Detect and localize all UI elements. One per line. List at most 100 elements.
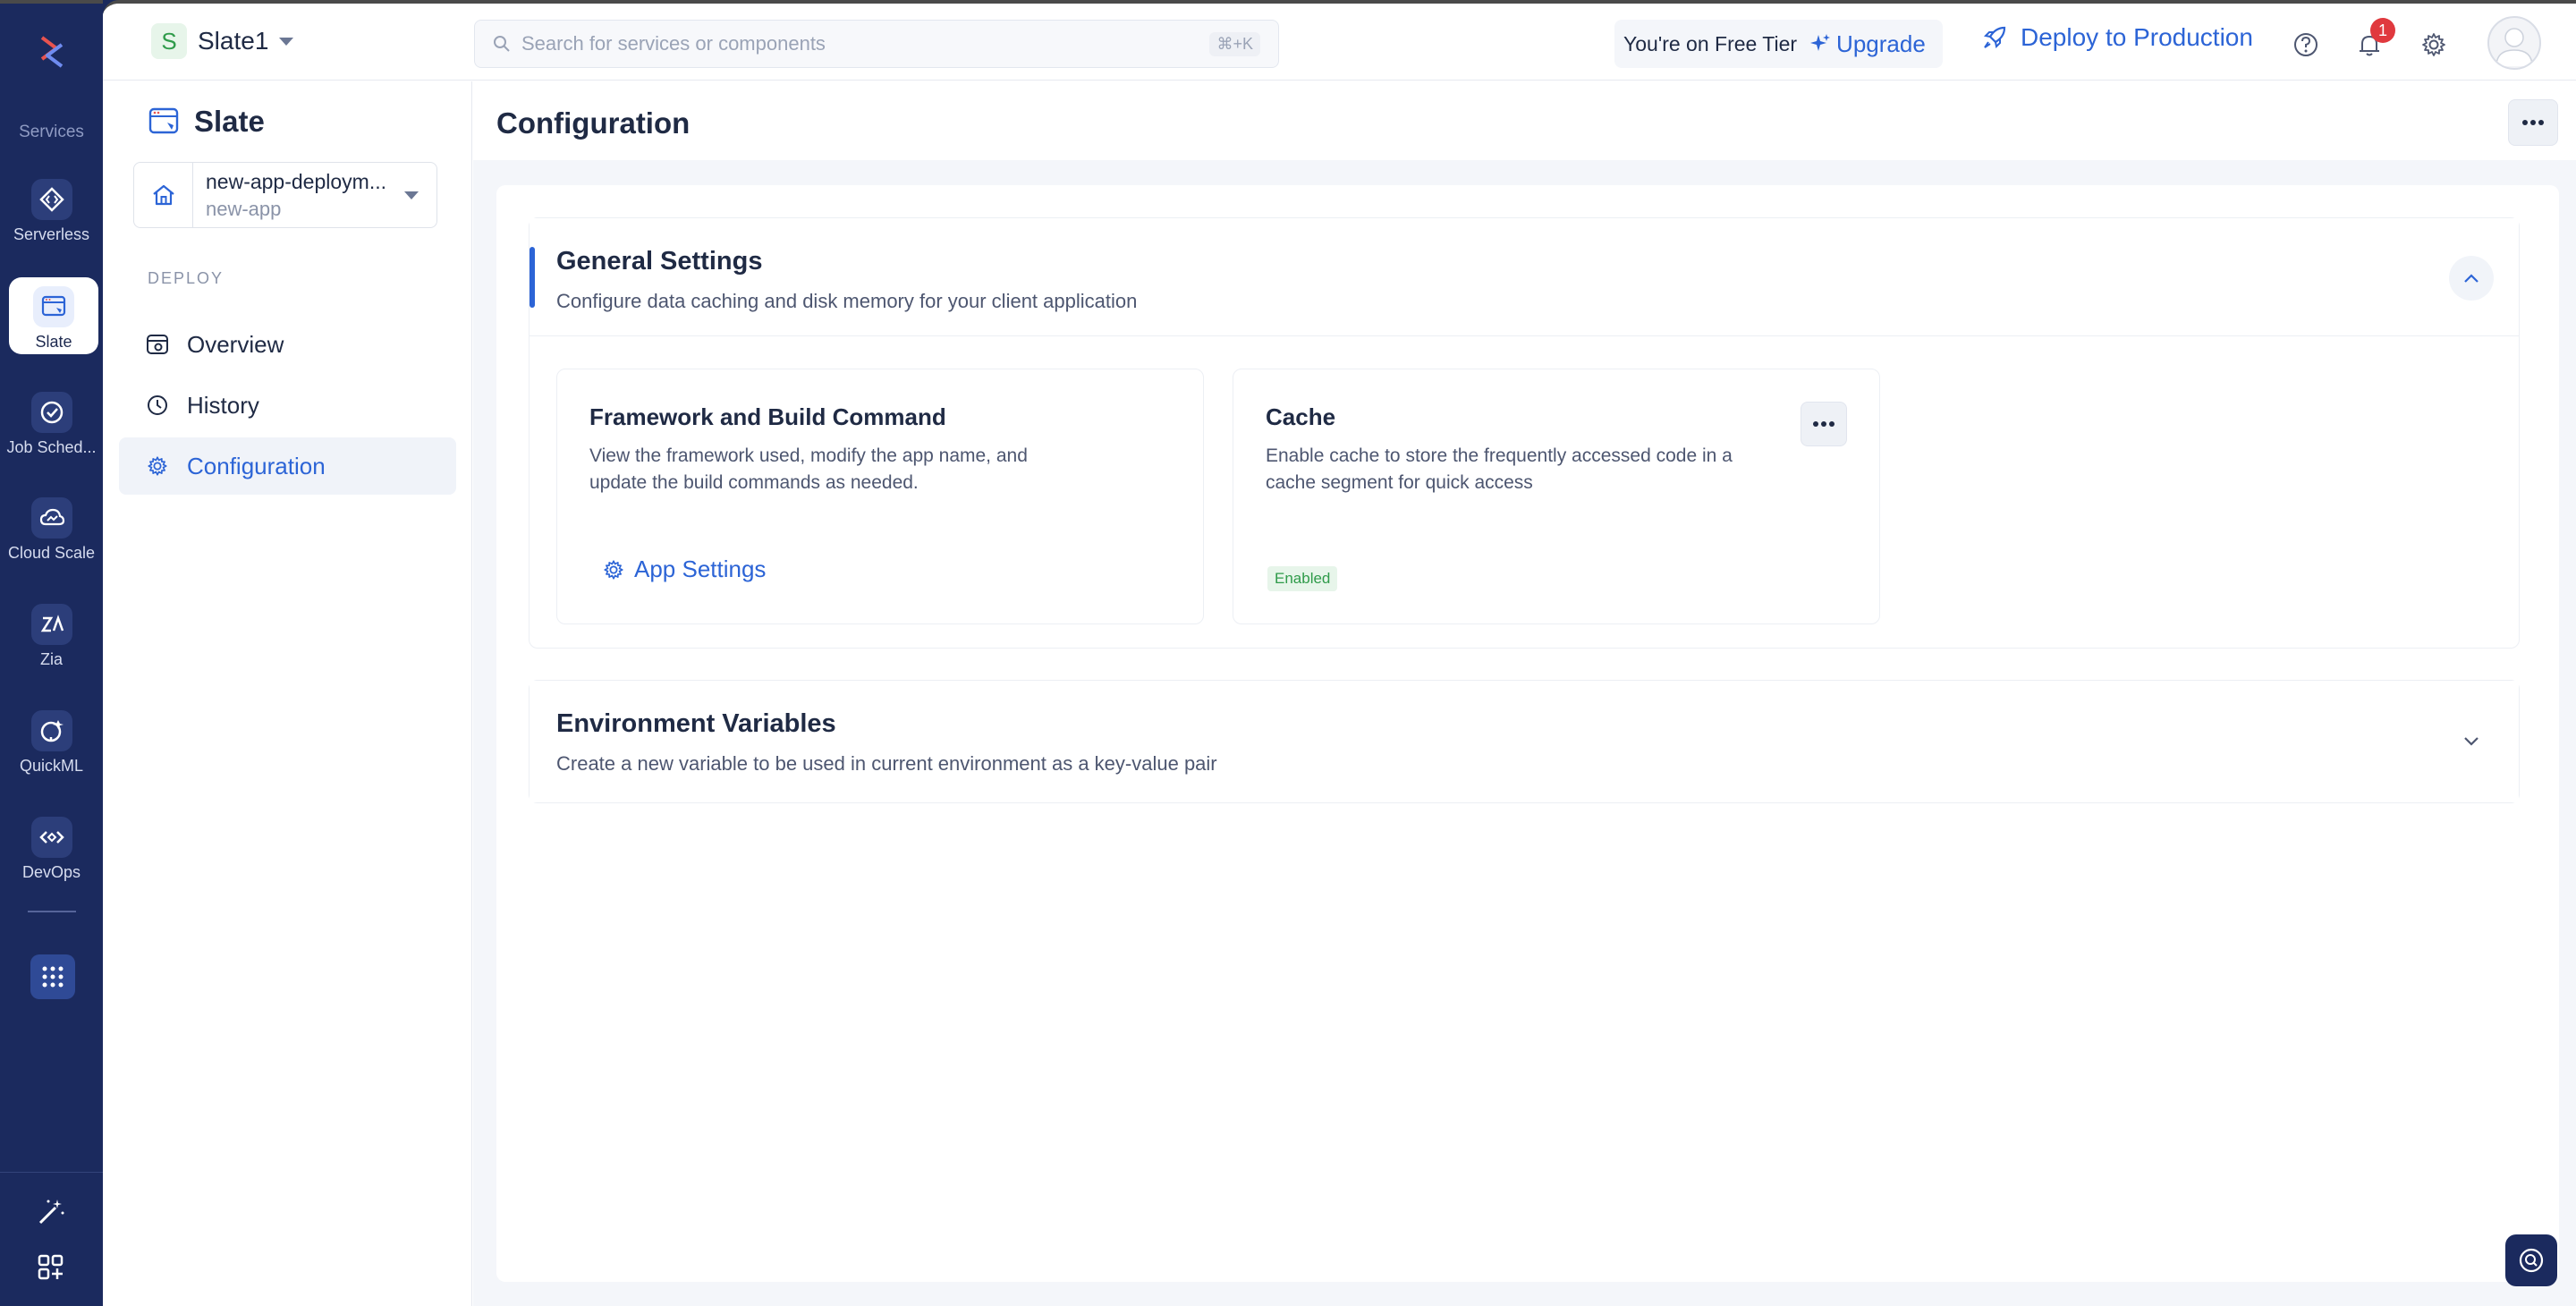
clock-icon <box>148 395 167 415</box>
search-input[interactable]: Search for services or components ⌘+K <box>474 20 1279 68</box>
section-title: Environment Variables <box>556 709 836 738</box>
search-shortcut: ⌘+K <box>1209 31 1260 56</box>
support-chat-button[interactable] <box>2505 1234 2557 1286</box>
chat-search-icon <box>2519 1248 2544 1273</box>
project-name: Slate1 <box>198 27 269 55</box>
nav-section-label: DEPLOY <box>148 269 225 287</box>
slate-browser-icon <box>33 286 74 327</box>
job-scheduler-icon <box>30 392 72 433</box>
cache-more-button[interactable] <box>1801 402 1847 446</box>
deploy-to-production-button[interactable]: Deploy to Production <box>1981 23 2253 52</box>
rocket-icon <box>1983 26 2006 49</box>
rail-item-zia[interactable]: Zia <box>0 591 103 690</box>
configuration-panel: General Settings Configure data caching … <box>496 185 2559 1282</box>
nav-item-label: History <box>187 391 259 419</box>
project-switcher[interactable]: S Slate1 <box>151 23 294 59</box>
section-accent-bar <box>530 247 535 308</box>
collapse-toggle[interactable] <box>2449 256 2494 301</box>
service-title-text: Slate <box>194 105 265 138</box>
rail-item-label: Serverless <box>13 225 90 243</box>
status-badge: Enabled <box>1267 566 1338 591</box>
rail-divider <box>28 911 76 912</box>
tier-banner: You're on Free Tier Upgrade <box>1614 20 1943 68</box>
add-widget-icon[interactable] <box>38 1254 64 1281</box>
more-horizontal-icon <box>1813 421 1835 427</box>
help-icon[interactable] <box>2292 30 2320 59</box>
nav-item-overview[interactable]: Overview <box>119 316 456 373</box>
overview-icon <box>147 335 168 354</box>
rail-item-label: Cloud Scale <box>7 544 96 562</box>
avatar[interactable] <box>2487 16 2541 70</box>
environment-variables-header[interactable]: Environment Variables Create a new varia… <box>530 681 2519 802</box>
rail-item-serverless[interactable]: Serverless <box>0 166 103 265</box>
chevron-down-icon <box>2464 737 2479 746</box>
gear-icon <box>148 456 167 476</box>
chevron-down-icon <box>404 191 419 199</box>
general-settings-header[interactable]: General Settings Configure data caching … <box>530 218 2519 336</box>
all-apps-button[interactable] <box>30 954 75 999</box>
chevron-down-icon <box>279 37 294 46</box>
card-title: Framework and Build Command <box>589 403 946 430</box>
search-icon <box>494 36 510 52</box>
slate-browser-icon <box>148 107 179 134</box>
rail-item-label: Zia <box>39 650 63 668</box>
card-title: Cache <box>1266 403 1336 430</box>
section-description: Create a new variable to be used in curr… <box>556 752 1217 775</box>
app-settings-link[interactable]: App Settings <box>602 555 766 583</box>
rail-item-quickml[interactable]: QuickML <box>0 698 103 796</box>
home-icon[interactable] <box>134 163 193 227</box>
rail-item-label: Slate <box>35 333 72 351</box>
environment-app: new-app <box>206 197 282 220</box>
main-frame: S Slate1 Search for services or componen… <box>103 0 2576 1306</box>
cache-card: Cache Enable cache to store the frequent… <box>1233 369 1880 624</box>
rail-bottom-divider <box>0 1172 103 1173</box>
rail-item-devops[interactable]: DevOps <box>0 804 103 903</box>
environment-select[interactable]: new-app-deploym... new-app <box>133 162 437 228</box>
tier-text: You're on Free Tier <box>1623 31 1798 55</box>
rail-item-slate[interactable]: Slate <box>9 277 98 354</box>
upgrade-link[interactable]: Upgrade <box>1809 30 1926 58</box>
cloud-scale-icon <box>30 497 72 539</box>
upgrade-label: Upgrade <box>1836 30 1926 57</box>
nav-item-label: Configuration <box>187 452 326 479</box>
nav-item-label: Overview <box>187 330 284 358</box>
more-horizontal-icon <box>2522 120 2544 125</box>
quickml-icon <box>30 710 72 751</box>
nav-item-configuration[interactable]: Configuration <box>119 437 456 495</box>
user-silhouette-icon <box>2496 28 2533 67</box>
rail-item-label: Job Sched... <box>6 438 97 456</box>
content-area: Configuration General Settings Configure… <box>473 81 2576 1306</box>
gear-icon <box>604 559 623 580</box>
magic-wand-icon[interactable] <box>36 1197 66 1227</box>
page-title: Configuration <box>496 106 691 140</box>
service-title: Slate <box>148 105 265 139</box>
environment-variables-section: Environment Variables Create a new varia… <box>529 680 2520 803</box>
environment-name: new-app-deploym... <box>206 169 386 193</box>
nav-item-history[interactable]: History <box>119 377 456 434</box>
rail-item-label: DevOps <box>21 863 81 881</box>
framework-build-card: Framework and Build Command View the fra… <box>556 369 1204 624</box>
expand-toggle[interactable] <box>2449 718 2494 763</box>
general-settings-section: General Settings Configure data caching … <box>529 217 2520 649</box>
rail-heading: Services <box>19 123 84 141</box>
section-title: General Settings <box>556 247 763 276</box>
top-header: S Slate1 Search for services or componen… <box>103 4 2576 81</box>
page-more-button[interactable] <box>2508 99 2558 146</box>
catalyst-logo-icon[interactable] <box>30 29 74 73</box>
rail-item-job-scheduler[interactable]: Job Sched... <box>0 379 103 478</box>
rail-item-cloud-scale[interactable]: Cloud Scale <box>0 485 103 583</box>
service-sidebar: Slate new-app-deploym... new-app DEPLOY <box>103 81 472 1306</box>
sparkle-icon <box>1810 34 1831 51</box>
chevron-up-icon <box>2464 274 2479 283</box>
grid-dots-icon <box>42 966 64 988</box>
app-settings-label: App Settings <box>634 555 767 582</box>
service-rail: Services Serverless Slate Job Sched... C… <box>0 0 103 1306</box>
project-initial-badge: S <box>151 23 187 59</box>
deploy-label: Deploy to Production <box>2021 23 2253 51</box>
gear-icon[interactable] <box>2419 30 2448 59</box>
card-description: Enable cache to store the frequently acc… <box>1266 445 1733 493</box>
page-header: Configuration <box>473 81 2576 160</box>
card-description: View the framework used, modify the app … <box>589 445 1028 493</box>
section-description: Configure data caching and disk memory f… <box>556 290 1138 312</box>
notification-badge: 1 <box>2370 18 2395 43</box>
